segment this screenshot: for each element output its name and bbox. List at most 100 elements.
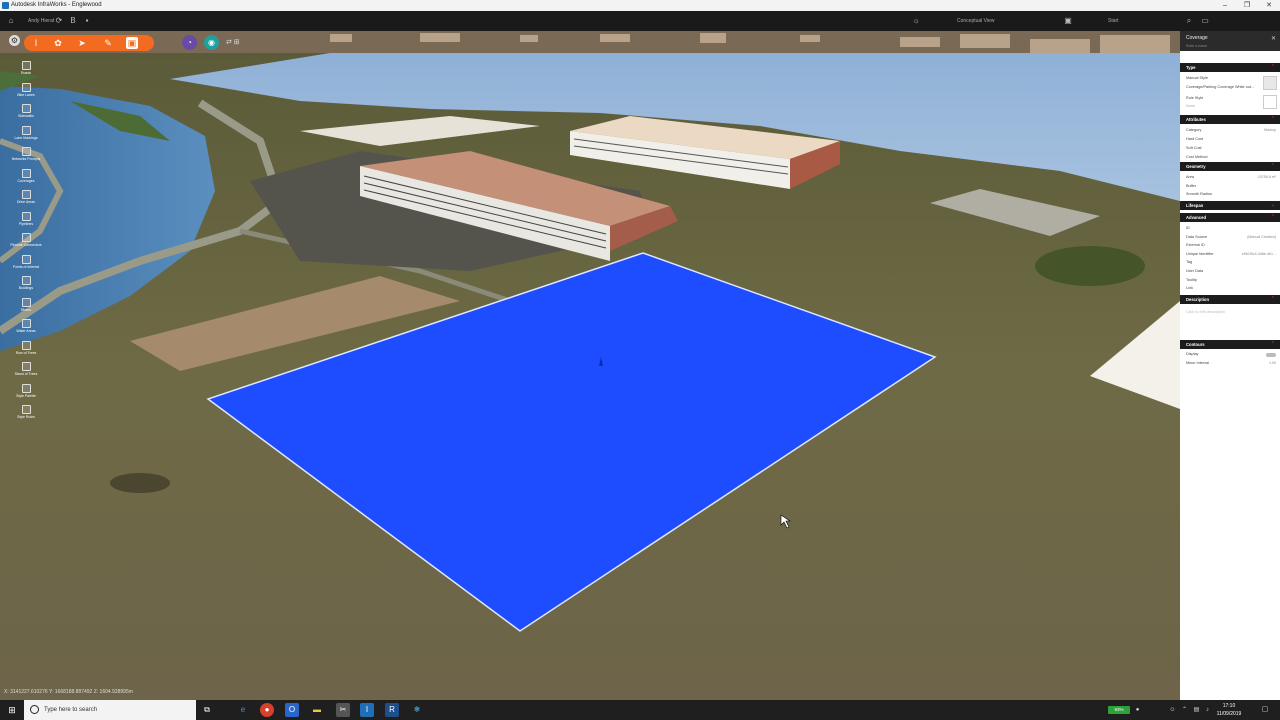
tool-label: Points of Interest bbox=[12, 264, 40, 269]
tool-label: Sidewalks bbox=[18, 114, 34, 118]
volume-icon[interactable]: ♪ bbox=[1203, 705, 1212, 715]
advanced-value[interactable]: e9b1f5c4-3d8e-4b1... bbox=[1242, 252, 1276, 256]
panel-close-icon[interactable]: ✕ bbox=[1271, 35, 1276, 42]
tool-icon bbox=[21, 405, 31, 414]
tool-points-of-interest[interactable]: Points of Interest bbox=[10, 254, 42, 275]
section-lifespan[interactable]: Lifespan ⌄ bbox=[1180, 201, 1280, 210]
tool-label: Lane Markings bbox=[14, 135, 38, 140]
revit-icon[interactable]: R bbox=[385, 703, 399, 717]
sync-icon[interactable]: ⟳ bbox=[54, 16, 64, 26]
tool-icon bbox=[21, 211, 31, 221]
name-input[interactable]: Enter a name bbox=[1186, 44, 1207, 48]
tool-pipelines[interactable]: Pipelines bbox=[10, 211, 42, 232]
people-icon[interactable]: ☺ bbox=[1168, 705, 1177, 715]
search-input[interactable]: Type here to search bbox=[44, 700, 97, 720]
chevron-up-tray-icon[interactable]: ⌃ bbox=[1180, 705, 1189, 715]
settings-icon[interactable]: ✿ bbox=[52, 37, 64, 49]
contours-minor-interval-label: Minor Interval bbox=[1186, 361, 1210, 365]
file-explorer-icon[interactable]: ▬ bbox=[310, 703, 324, 717]
terrain-scene[interactable] bbox=[0, 31, 1180, 700]
bim360-icon[interactable]: B bbox=[68, 16, 78, 26]
attributes-label: Cost Method bbox=[1186, 155, 1208, 159]
contours-minor-interval-value[interactable]: 1.00 bbox=[1269, 361, 1276, 365]
attributes-value[interactable]: Markup bbox=[1264, 128, 1276, 132]
restore-icon[interactable]: ❐ bbox=[1236, 0, 1258, 11]
description-input[interactable]: Click to edit description bbox=[1186, 310, 1225, 314]
snipping-tool-icon[interactable]: ✂ bbox=[336, 703, 350, 717]
minimize-icon[interactable]: – bbox=[1214, 0, 1236, 11]
tool-style-rules[interactable]: Style Rules bbox=[10, 405, 42, 425]
taskbar: ⊞ Type here to search ⧉ e ● O ▬ ✂ I R ❄ … bbox=[0, 700, 1280, 720]
view-controls-icon[interactable]: ⇄ ⊞ bbox=[226, 38, 262, 48]
microphone-icon[interactable]: ● bbox=[1133, 705, 1142, 715]
close-icon[interactable]: ✕ bbox=[1258, 0, 1280, 11]
tool-label: Stand of Trees bbox=[14, 372, 38, 376]
tool-stand-of-trees[interactable]: Stand of Trees bbox=[10, 362, 42, 382]
tool-roads[interactable]: Roads bbox=[10, 61, 42, 81]
tool-buildings[interactable]: Buildings bbox=[10, 276, 42, 296]
section-contours[interactable]: Contours ⌃ bbox=[1180, 340, 1280, 349]
start-label[interactable]: Start bbox=[1108, 11, 1119, 31]
present-icon[interactable]: ◉ bbox=[204, 35, 219, 50]
tool-coverages[interactable]: Coverages bbox=[10, 168, 42, 189]
contours-display-toggle[interactable] bbox=[1266, 353, 1276, 357]
advanced-value[interactable]: (Manual Creation) bbox=[1247, 235, 1276, 239]
sun-icon[interactable]: ☼ bbox=[911, 16, 921, 26]
image-icon[interactable]: ▣ bbox=[1063, 16, 1073, 26]
create-icon[interactable]: I bbox=[30, 37, 42, 49]
app-toolbar: ⌂ Andy Hierat ⟳ B ▪ ☼ Conceptual View ▣ … bbox=[0, 11, 1280, 31]
user-name[interactable]: Andy Hierat bbox=[28, 11, 54, 31]
tool-water-areas[interactable]: Water Areas bbox=[10, 319, 42, 339]
network-icon[interactable]: ▤ bbox=[1192, 705, 1201, 715]
tool-drive-areas[interactable]: Drive Areas bbox=[10, 190, 42, 210]
layers-icon[interactable]: ▣ bbox=[126, 37, 138, 49]
tool-row-of-trees[interactable]: Row of Trees bbox=[10, 340, 42, 361]
tool-networks-prompts[interactable]: Networks Prompts bbox=[10, 147, 42, 167]
home-icon[interactable]: ⌂ bbox=[6, 16, 16, 26]
tool-icon bbox=[21, 383, 31, 393]
edge-icon[interactable]: e bbox=[236, 703, 250, 717]
chevron-up-icon: ⌃ bbox=[1270, 116, 1275, 122]
tool-label: Roads bbox=[20, 71, 32, 75]
manual-style-swatch[interactable] bbox=[1263, 76, 1277, 90]
tool-icon bbox=[21, 61, 31, 70]
manual-style-value[interactable]: Coverage/Parking Coverage White out... bbox=[1186, 85, 1258, 89]
task-view-icon[interactable]: ⧉ bbox=[200, 703, 214, 717]
3d-viewport[interactable] bbox=[0, 31, 1180, 700]
rule-style-value[interactable]: None bbox=[1186, 104, 1195, 108]
analyze-icon[interactable]: ◔ bbox=[182, 35, 197, 50]
system-clock[interactable]: 17:10 11/09/2019 bbox=[1212, 702, 1246, 718]
windows-start-icon[interactable]: ⊞ bbox=[0, 700, 24, 720]
tool-bike-lanes[interactable]: Bike Lanes bbox=[10, 82, 42, 103]
section-description[interactable]: Description ⌃ bbox=[1180, 295, 1280, 304]
tool-pipeline-connectors[interactable]: Pipeline Connectors bbox=[10, 233, 42, 253]
tool-sidewalks[interactable]: Sidewalks bbox=[10, 104, 42, 124]
outlook-icon[interactable]: O bbox=[285, 703, 299, 717]
geometry-label: Smooth Radius bbox=[1186, 192, 1212, 196]
rule-style-swatch[interactable] bbox=[1263, 95, 1277, 109]
tool-style-palette[interactable]: Style Palette bbox=[10, 383, 42, 404]
infraworks-taskbar-icon[interactable]: I bbox=[360, 703, 374, 717]
settings-gear-icon[interactable]: ⚙ bbox=[9, 35, 20, 46]
taskbar-search[interactable]: Type here to search bbox=[24, 700, 196, 720]
notifications-icon[interactable]: ▢ bbox=[1260, 705, 1270, 715]
section-advanced[interactable]: Advanced ⌃ bbox=[1180, 213, 1280, 222]
chevron-up-icon: ⌃ bbox=[1270, 214, 1275, 220]
pen-icon[interactable]: ✎ bbox=[102, 37, 114, 49]
tool-lane-markings[interactable]: Lane Markings bbox=[10, 125, 42, 146]
section-geometry[interactable]: Geometry ⌃ bbox=[1180, 162, 1280, 171]
tool-icon bbox=[21, 168, 31, 178]
section-attributes[interactable]: Attributes ⌃ bbox=[1180, 115, 1280, 124]
tool-rivers[interactable]: Rivers bbox=[10, 297, 42, 318]
chat-icon[interactable]: ▪ bbox=[82, 16, 92, 26]
geometry-value[interactable]: 10756.8 m² bbox=[1258, 175, 1276, 179]
panel-toggle-icon[interactable]: ▭ bbox=[1200, 16, 1210, 26]
view-mode-label[interactable]: Conceptual View bbox=[957, 11, 994, 31]
select-icon[interactable]: ➤ bbox=[76, 37, 88, 49]
section-type[interactable]: Type ⌃ bbox=[1180, 63, 1280, 72]
battery-indicator[interactable]: 93% bbox=[1108, 706, 1130, 714]
search-icon[interactable]: ⌕ bbox=[1184, 16, 1194, 26]
app-snowflake-icon[interactable]: ❄ bbox=[410, 703, 424, 717]
tool-icon bbox=[21, 190, 31, 199]
chrome-icon[interactable]: ● bbox=[260, 703, 274, 717]
